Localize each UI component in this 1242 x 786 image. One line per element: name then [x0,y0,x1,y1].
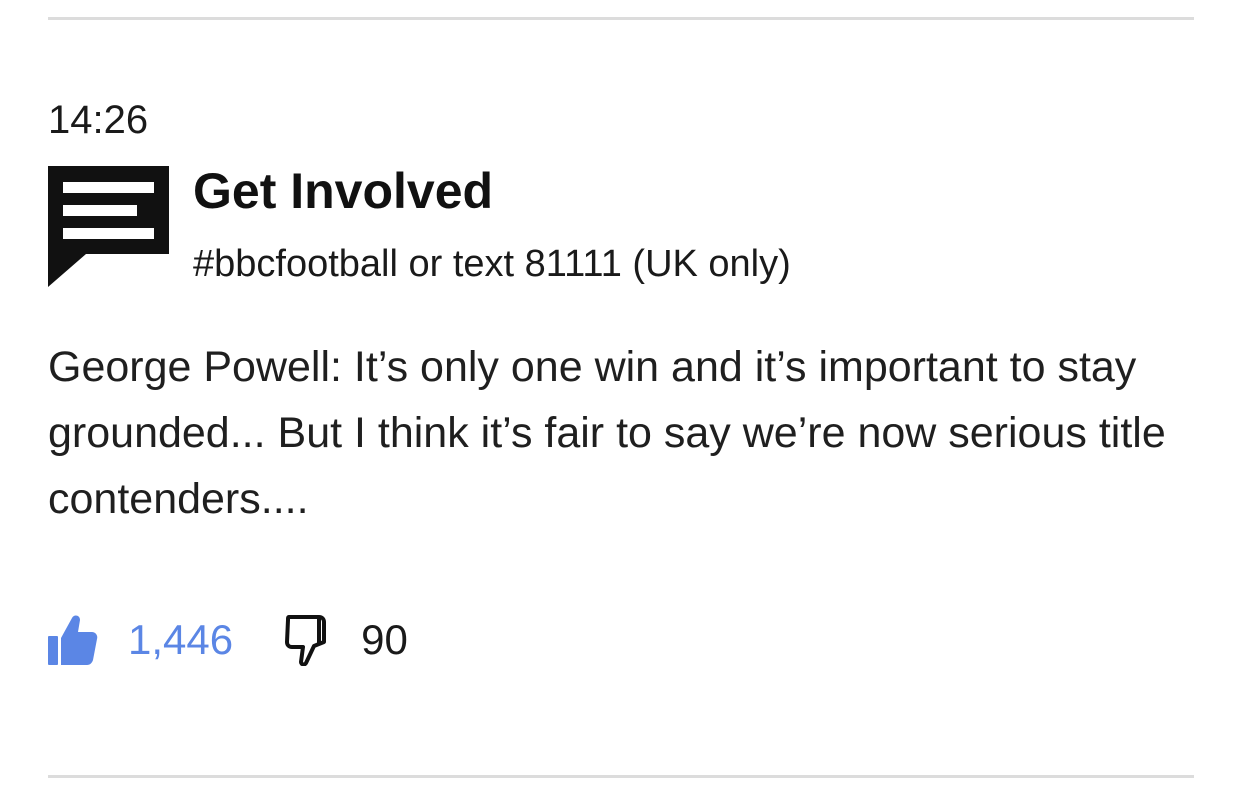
post-body-text: George Powell: It’s only one win and it’… [48,343,1166,523]
get-involved-subtitle: #bbcfootball or text 81111 (UK only) [193,243,791,285]
get-involved-title: Get Involved [193,163,494,219]
like-button[interactable]: 1,446 [48,614,233,666]
like-count: 1,446 [128,616,234,663]
thumbs-down-icon[interactable] [285,614,331,666]
speech-bubble-icon [48,166,169,287]
dislike-button[interactable]: 90 [285,614,408,666]
thumbs-up-icon[interactable] [48,614,98,666]
top-divider [48,17,1194,20]
bottom-divider [48,775,1194,778]
reaction-bar: 1,446 90 [48,608,408,672]
dislike-count: 90 [361,616,408,663]
post-timestamp: 14:26 [48,98,149,142]
